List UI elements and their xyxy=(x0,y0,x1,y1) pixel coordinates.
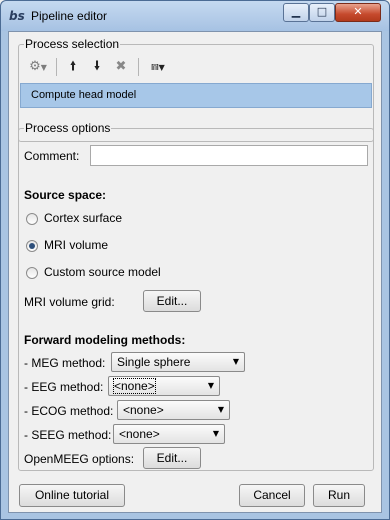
eeg-method-value: <none> xyxy=(113,378,156,394)
close-icon: ✕ xyxy=(353,5,363,18)
mri-volume-grid-label: MRI volume grid: xyxy=(24,295,115,309)
pipeline-menu-button[interactable]: ⩎▼ xyxy=(143,55,173,79)
meg-method-value: Single sphere xyxy=(117,355,191,369)
meg-method-label: - MEG method: xyxy=(24,356,106,370)
online-tutorial-button[interactable]: Online tutorial xyxy=(19,484,125,507)
process-item-compute-head-model[interactable]: Compute head model xyxy=(31,89,136,101)
arrow-up-icon: 🠙 xyxy=(69,59,77,74)
add-process-button[interactable]: ⚙▼ xyxy=(25,55,51,79)
chevron-down-icon: ▼ xyxy=(212,429,219,438)
chevron-down-icon: ▼ xyxy=(217,405,224,414)
window-title: Pipeline editor xyxy=(31,9,108,23)
arrow-down-icon: 🠛 xyxy=(93,59,101,74)
ecog-method-value: <none> xyxy=(123,403,164,417)
process-list[interactable]: Compute head model xyxy=(20,83,372,108)
ecog-method-select[interactable]: <none> ▼ xyxy=(117,400,230,420)
radio-cortex-surface[interactable] xyxy=(26,213,38,225)
run-button[interactable]: Run xyxy=(313,484,365,507)
comment-input[interactable] xyxy=(90,145,368,166)
ecog-method-label: - ECOG method: xyxy=(24,404,114,418)
radio-custom-source-model[interactable] xyxy=(26,267,38,279)
bs-logo-icon: bs xyxy=(9,9,25,23)
seeg-method-select[interactable]: <none> ▼ xyxy=(113,424,225,444)
process-selection-title: Process selection xyxy=(24,37,121,51)
source-space-label: Source space: xyxy=(24,188,107,202)
openmeeg-edit-button[interactable]: Edit... xyxy=(143,447,201,469)
forward-modeling-label: Forward modeling methods: xyxy=(24,333,186,347)
pipeline-editor-window: bs Pipeline editor ▁ □ ✕ Process selecti… xyxy=(0,0,390,520)
toolbar-separator xyxy=(138,58,139,76)
gear-icon: ⚙ xyxy=(29,59,41,74)
process-options-title: Process options xyxy=(24,121,112,135)
maximize-icon: □ xyxy=(316,5,328,18)
move-down-button[interactable]: 🠛 xyxy=(85,55,109,79)
toolbar-separator xyxy=(56,58,57,76)
move-up-button[interactable]: 🠙 xyxy=(61,55,85,79)
custom-source-model-label[interactable]: Custom source model xyxy=(44,265,161,279)
dropdown-arrow-icon: ▼ xyxy=(158,63,165,72)
meg-method-select[interactable]: Single sphere ▼ xyxy=(111,352,245,372)
radio-mri-volume[interactable] xyxy=(26,240,38,252)
seeg-method-label: - SEEG method: xyxy=(24,428,112,442)
minimize-button[interactable]: ▁ xyxy=(283,3,309,22)
pipeline-tree-icon: ⩎ xyxy=(151,59,159,74)
maximize-button[interactable]: □ xyxy=(309,3,335,22)
cancel-button[interactable]: Cancel xyxy=(239,484,305,507)
process-options-group: Process options Comment: Source space: C… xyxy=(18,121,374,471)
minimize-icon: ▁ xyxy=(291,5,301,18)
comment-label: Comment: xyxy=(24,149,80,163)
chevron-down-icon: ▼ xyxy=(232,357,239,366)
dialog-body: Process selection ⚙▼ 🠙 🠛 ✖ ⩎▼ Compute he… xyxy=(8,31,382,513)
process-toolbar: ⚙▼ 🠙 🠛 ✖ ⩎▼ xyxy=(23,55,363,79)
delete-icon: ✖ xyxy=(115,59,127,74)
cortex-surface-label[interactable]: Cortex surface xyxy=(44,211,122,225)
dropdown-arrow-icon: ▼ xyxy=(40,63,47,72)
openmeeg-options-label: OpenMEEG options: xyxy=(24,452,135,466)
mri-grid-edit-button[interactable]: Edit... xyxy=(143,290,201,312)
title-bar[interactable]: bs Pipeline editor ▁ □ ✕ xyxy=(1,1,389,31)
chevron-down-icon: ▼ xyxy=(207,381,214,390)
seeg-method-value: <none> xyxy=(119,427,160,441)
mri-volume-label[interactable]: MRI volume xyxy=(44,238,108,252)
eeg-method-label: - EEG method: xyxy=(24,380,104,394)
eeg-method-select[interactable]: <none> ▼ xyxy=(108,376,220,396)
delete-process-button[interactable]: ✖ xyxy=(109,55,133,79)
close-button[interactable]: ✕ xyxy=(335,3,381,22)
